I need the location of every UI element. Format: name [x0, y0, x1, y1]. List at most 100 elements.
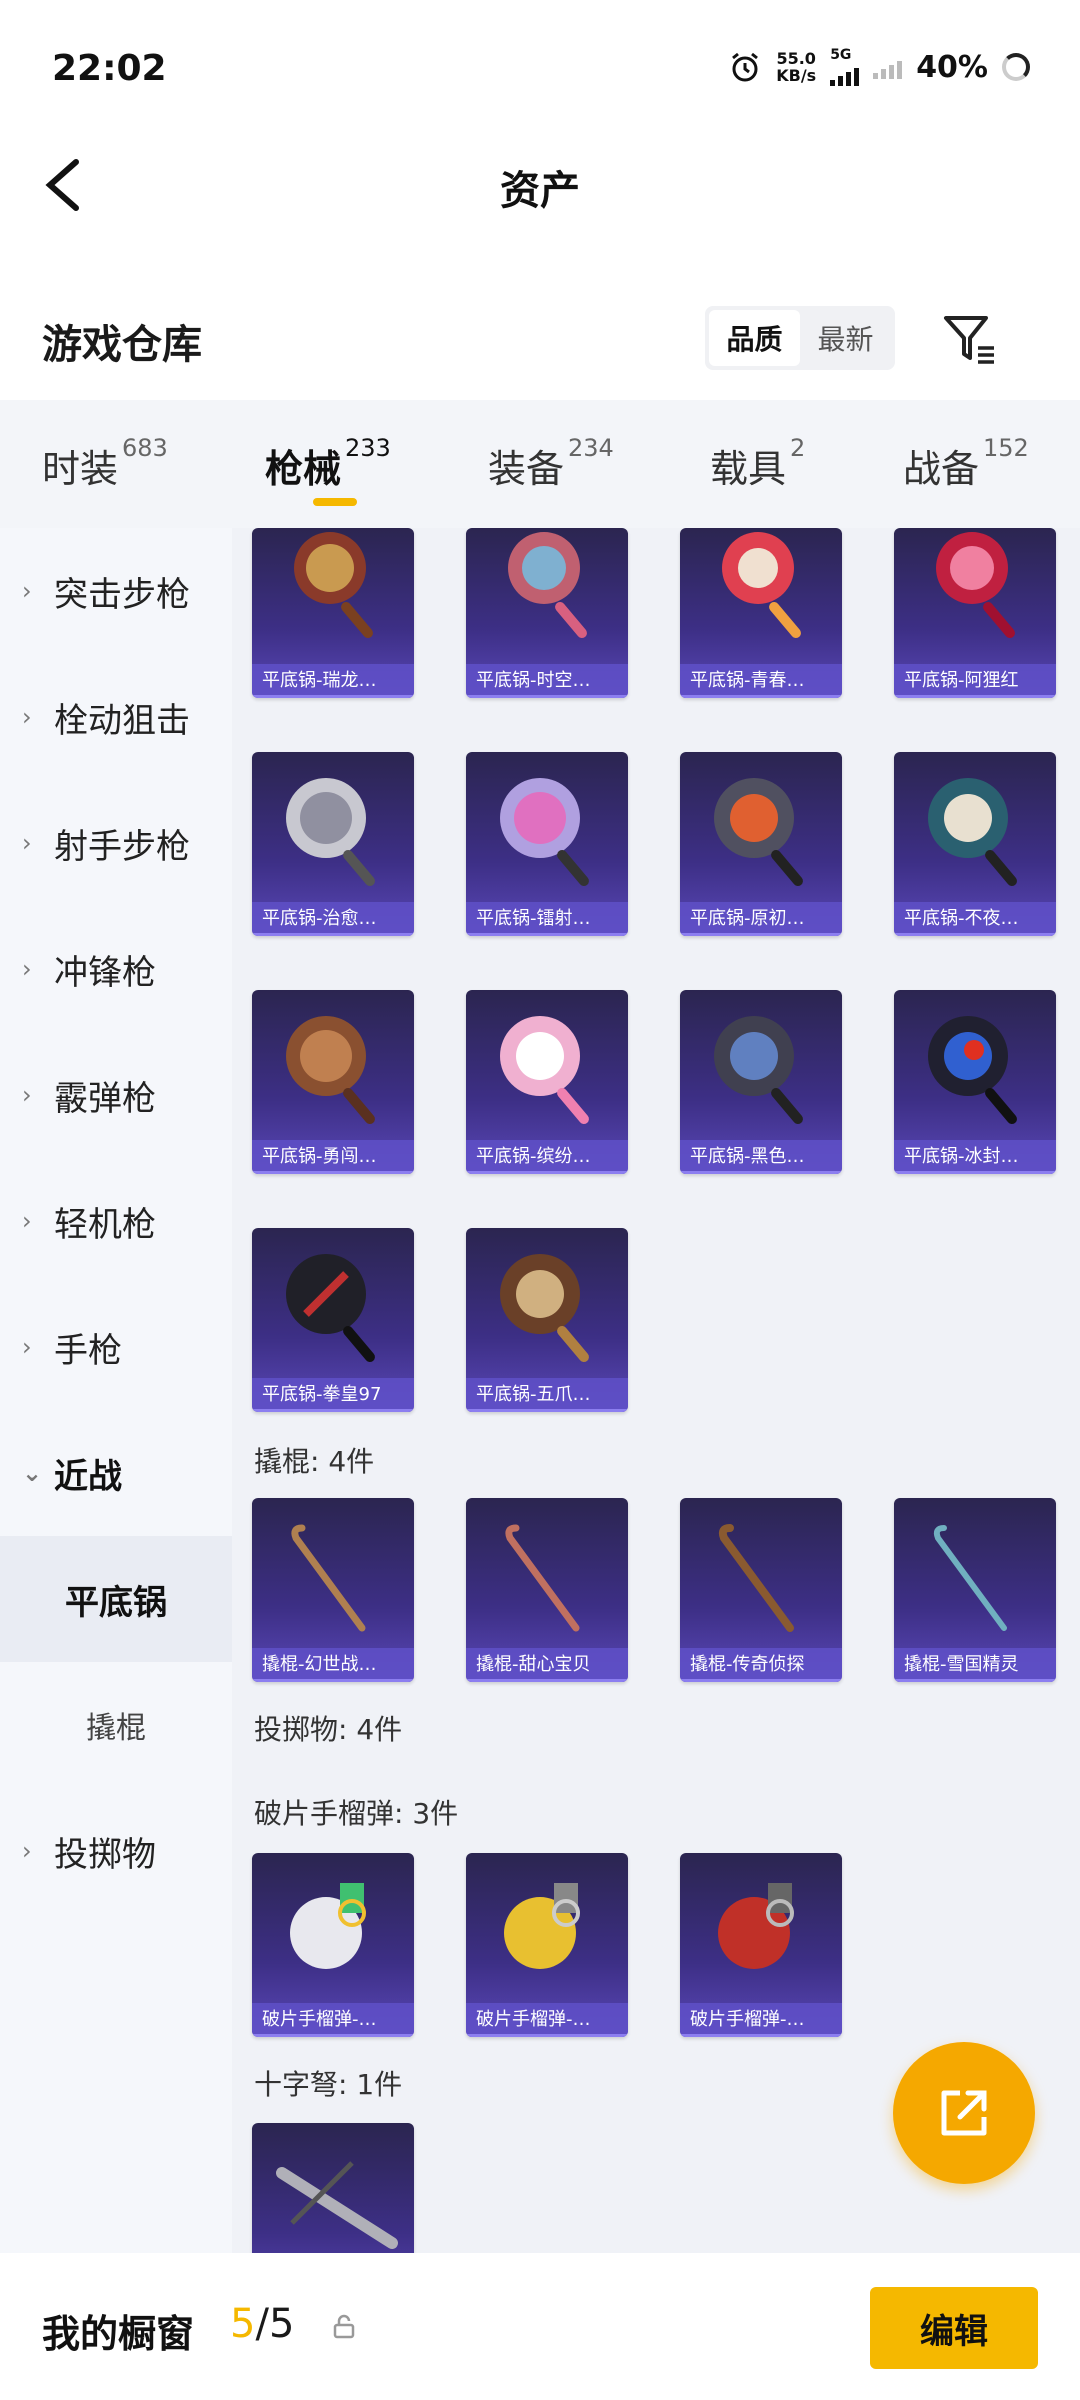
item-card[interactable]: 平底锅-不夜… [894, 752, 1056, 936]
crowbar-icon [718, 1524, 794, 1632]
item-card[interactable]: 平底锅-治愈… [252, 752, 414, 936]
chevron-right-icon: › [22, 1333, 32, 1361]
sort-newest-button[interactable]: 最新 [800, 310, 891, 366]
item-card[interactable]: 平底锅-冰封… [894, 990, 1056, 1174]
sidebar-item-smg[interactable]: › 冲锋枪 [0, 906, 232, 1032]
item-card[interactable]: 平底锅-五爪… [466, 1228, 628, 1412]
sidebar-subitem-crowbar[interactable]: 撬棍 [0, 1662, 232, 1788]
active-tab-indicator [313, 498, 357, 506]
filter-icon [944, 316, 994, 364]
signal-strength-icon [830, 62, 860, 86]
chevron-right-icon: › [22, 1081, 32, 1109]
frying-pan-icon [928, 1016, 1017, 1125]
item-card[interactable]: 平底锅-瑞龙… [252, 528, 414, 698]
crowbar-icon [505, 1524, 580, 1632]
filter-button[interactable] [940, 310, 1000, 370]
lock-icon [333, 2314, 355, 2339]
sidebar-item-melee[interactable]: ⌄ 近战 [0, 1410, 232, 1536]
bottom-bar: 我的橱窗 5/5 编辑 [0, 2253, 1080, 2400]
sidebar-subitem-pan[interactable]: 平底锅 [0, 1536, 232, 1662]
status-bar: 22:02 55.0 KB/s 5G 40% [0, 0, 1080, 140]
showcase-title: 我的橱窗 [42, 2312, 195, 2356]
frying-pan-icon [714, 778, 803, 887]
section-title: 游戏仓库 [42, 322, 202, 368]
crowbar-icon [291, 1524, 366, 1632]
item-card[interactable]: 撬棍-甜心宝贝 [466, 1498, 628, 1682]
edit-button[interactable]: 编辑 [870, 2287, 1038, 2369]
battery-icon [1002, 53, 1030, 81]
frying-pan-icon [500, 1016, 589, 1125]
tab-supplies[interactable]: 战备 152 [903, 434, 1029, 493]
frying-pan-icon [928, 778, 1017, 887]
frying-pan-icon [294, 532, 373, 639]
tab-equipment[interactable]: 装备 234 [488, 434, 614, 493]
share-button[interactable] [893, 2042, 1035, 2184]
page-title: 资产 [500, 168, 580, 214]
item-card[interactable]: 平底锅-原初… [680, 752, 842, 936]
crowbar-icon [933, 1525, 1007, 1631]
chevron-down-icon: ⌄ [22, 1459, 43, 1487]
share-icon [941, 2090, 987, 2136]
battery-level: 40% [916, 49, 988, 85]
item-card[interactable]: 平底锅-勇闯… [252, 990, 414, 1174]
group-header-grenade: 破片手榴弹: 3件 [254, 1797, 459, 1830]
group-header-crowbar: 撬棍: 4件 [254, 1445, 375, 1478]
chevron-right-icon: › [22, 955, 32, 983]
frying-pan-icon [722, 532, 801, 639]
sidebar-item-marksman-rifle[interactable]: › 射手步枪 [0, 780, 232, 906]
net-speed: 55.0 KB/s [776, 49, 817, 85]
sidebar-item-throwables[interactable]: › 投掷物 [0, 1788, 232, 1914]
signal-sim2-icon [873, 55, 903, 79]
tab-guns[interactable]: 枪械 233 [265, 434, 391, 493]
item-card[interactable]: 破片手榴弹-… [680, 1853, 842, 2037]
chevron-right-icon: › [22, 703, 32, 731]
alarm-icon [732, 52, 759, 82]
item-card[interactable]: 平底锅-镭射… [466, 752, 628, 936]
group-header-crossbow: 十字弩: 1件 [254, 2068, 403, 2101]
item-card[interactable]: 平底锅-黑色… [680, 990, 842, 1174]
item-grid: 平底锅-瑞龙… 平底锅-时空… 平底锅-青春… 平底锅-阿狸红 平底锅-治愈… … [232, 528, 1080, 2253]
item-card[interactable]: 破片手榴弹-… [466, 1853, 628, 2037]
item-card[interactable] [252, 2123, 414, 2253]
item-card[interactable]: 平底锅-时空… [466, 528, 628, 698]
frying-pan-icon [508, 532, 587, 639]
top-nav: 资产 [0, 140, 1080, 230]
sort-toggle: 品质 最新 [705, 306, 895, 370]
sidebar-item-pistol[interactable]: › 手枪 [0, 1284, 232, 1410]
tab-fashion[interactable]: 时装 683 [42, 434, 168, 493]
frying-pan-icon [500, 778, 589, 887]
status-icons: 55.0 KB/s 5G 40% [728, 48, 1030, 86]
item-card[interactable]: 平底锅-缤纷… [466, 990, 628, 1174]
chevron-right-icon: › [22, 577, 32, 605]
sidebar-item-assault-rifle[interactable]: › 突击步枪 [0, 528, 232, 654]
grenade-icon [290, 1883, 366, 1969]
grenade-icon [504, 1883, 580, 1969]
item-card[interactable]: 撬棍-雪国精灵 [894, 1498, 1056, 1682]
chevron-right-icon: › [22, 1207, 32, 1235]
item-card[interactable]: 破片手榴弹-… [252, 1853, 414, 2037]
network-5g-icon: 5G [830, 48, 860, 86]
item-card[interactable]: 撬棍-传奇侦探 [680, 1498, 842, 1682]
frying-pan-icon [714, 1016, 803, 1125]
sidebar-item-lmg[interactable]: › 轻机枪 [0, 1158, 232, 1284]
weapon-type-sidebar: › 突击步枪 › 栓动狙击 › 射手步枪 › 冲锋枪 › 霰弹枪 › 轻机枪 › 手枪 ⌄ 近战… [0, 528, 232, 2253]
crossbow-icon [276, 2161, 398, 2249]
item-card[interactable]: 平底锅-阿狸红 [894, 528, 1056, 698]
item-card[interactable]: 撬棍-幻世战… [252, 1498, 414, 1682]
status-time: 22:02 [52, 48, 167, 89]
frying-pan-icon [286, 1254, 375, 1363]
tab-vehicles[interactable]: 载具 2 [710, 434, 805, 493]
chevron-right-icon: › [22, 829, 32, 857]
chevron-right-icon: › [22, 1837, 32, 1865]
showcase-count: 5/5 [230, 2301, 295, 2347]
sidebar-item-bolt-sniper[interactable]: › 栓动狙击 [0, 654, 232, 780]
sort-quality-button[interactable]: 品质 [709, 310, 800, 366]
section-header: 游戏仓库 品质 最新 [0, 290, 1080, 390]
frying-pan-icon [500, 1254, 589, 1363]
category-tabs: 时装 683 枪械 233 装备 234 载具 2 战备 152 [0, 400, 1080, 528]
grenade-icon [718, 1883, 794, 1969]
group-header-throwables: 投掷物: 4件 [254, 1713, 403, 1746]
item-card[interactable]: 平底锅-拳皇97 [252, 1228, 414, 1412]
sidebar-item-shotgun[interactable]: › 霰弹枪 [0, 1032, 232, 1158]
item-card[interactable]: 平底锅-青春… [680, 528, 842, 698]
